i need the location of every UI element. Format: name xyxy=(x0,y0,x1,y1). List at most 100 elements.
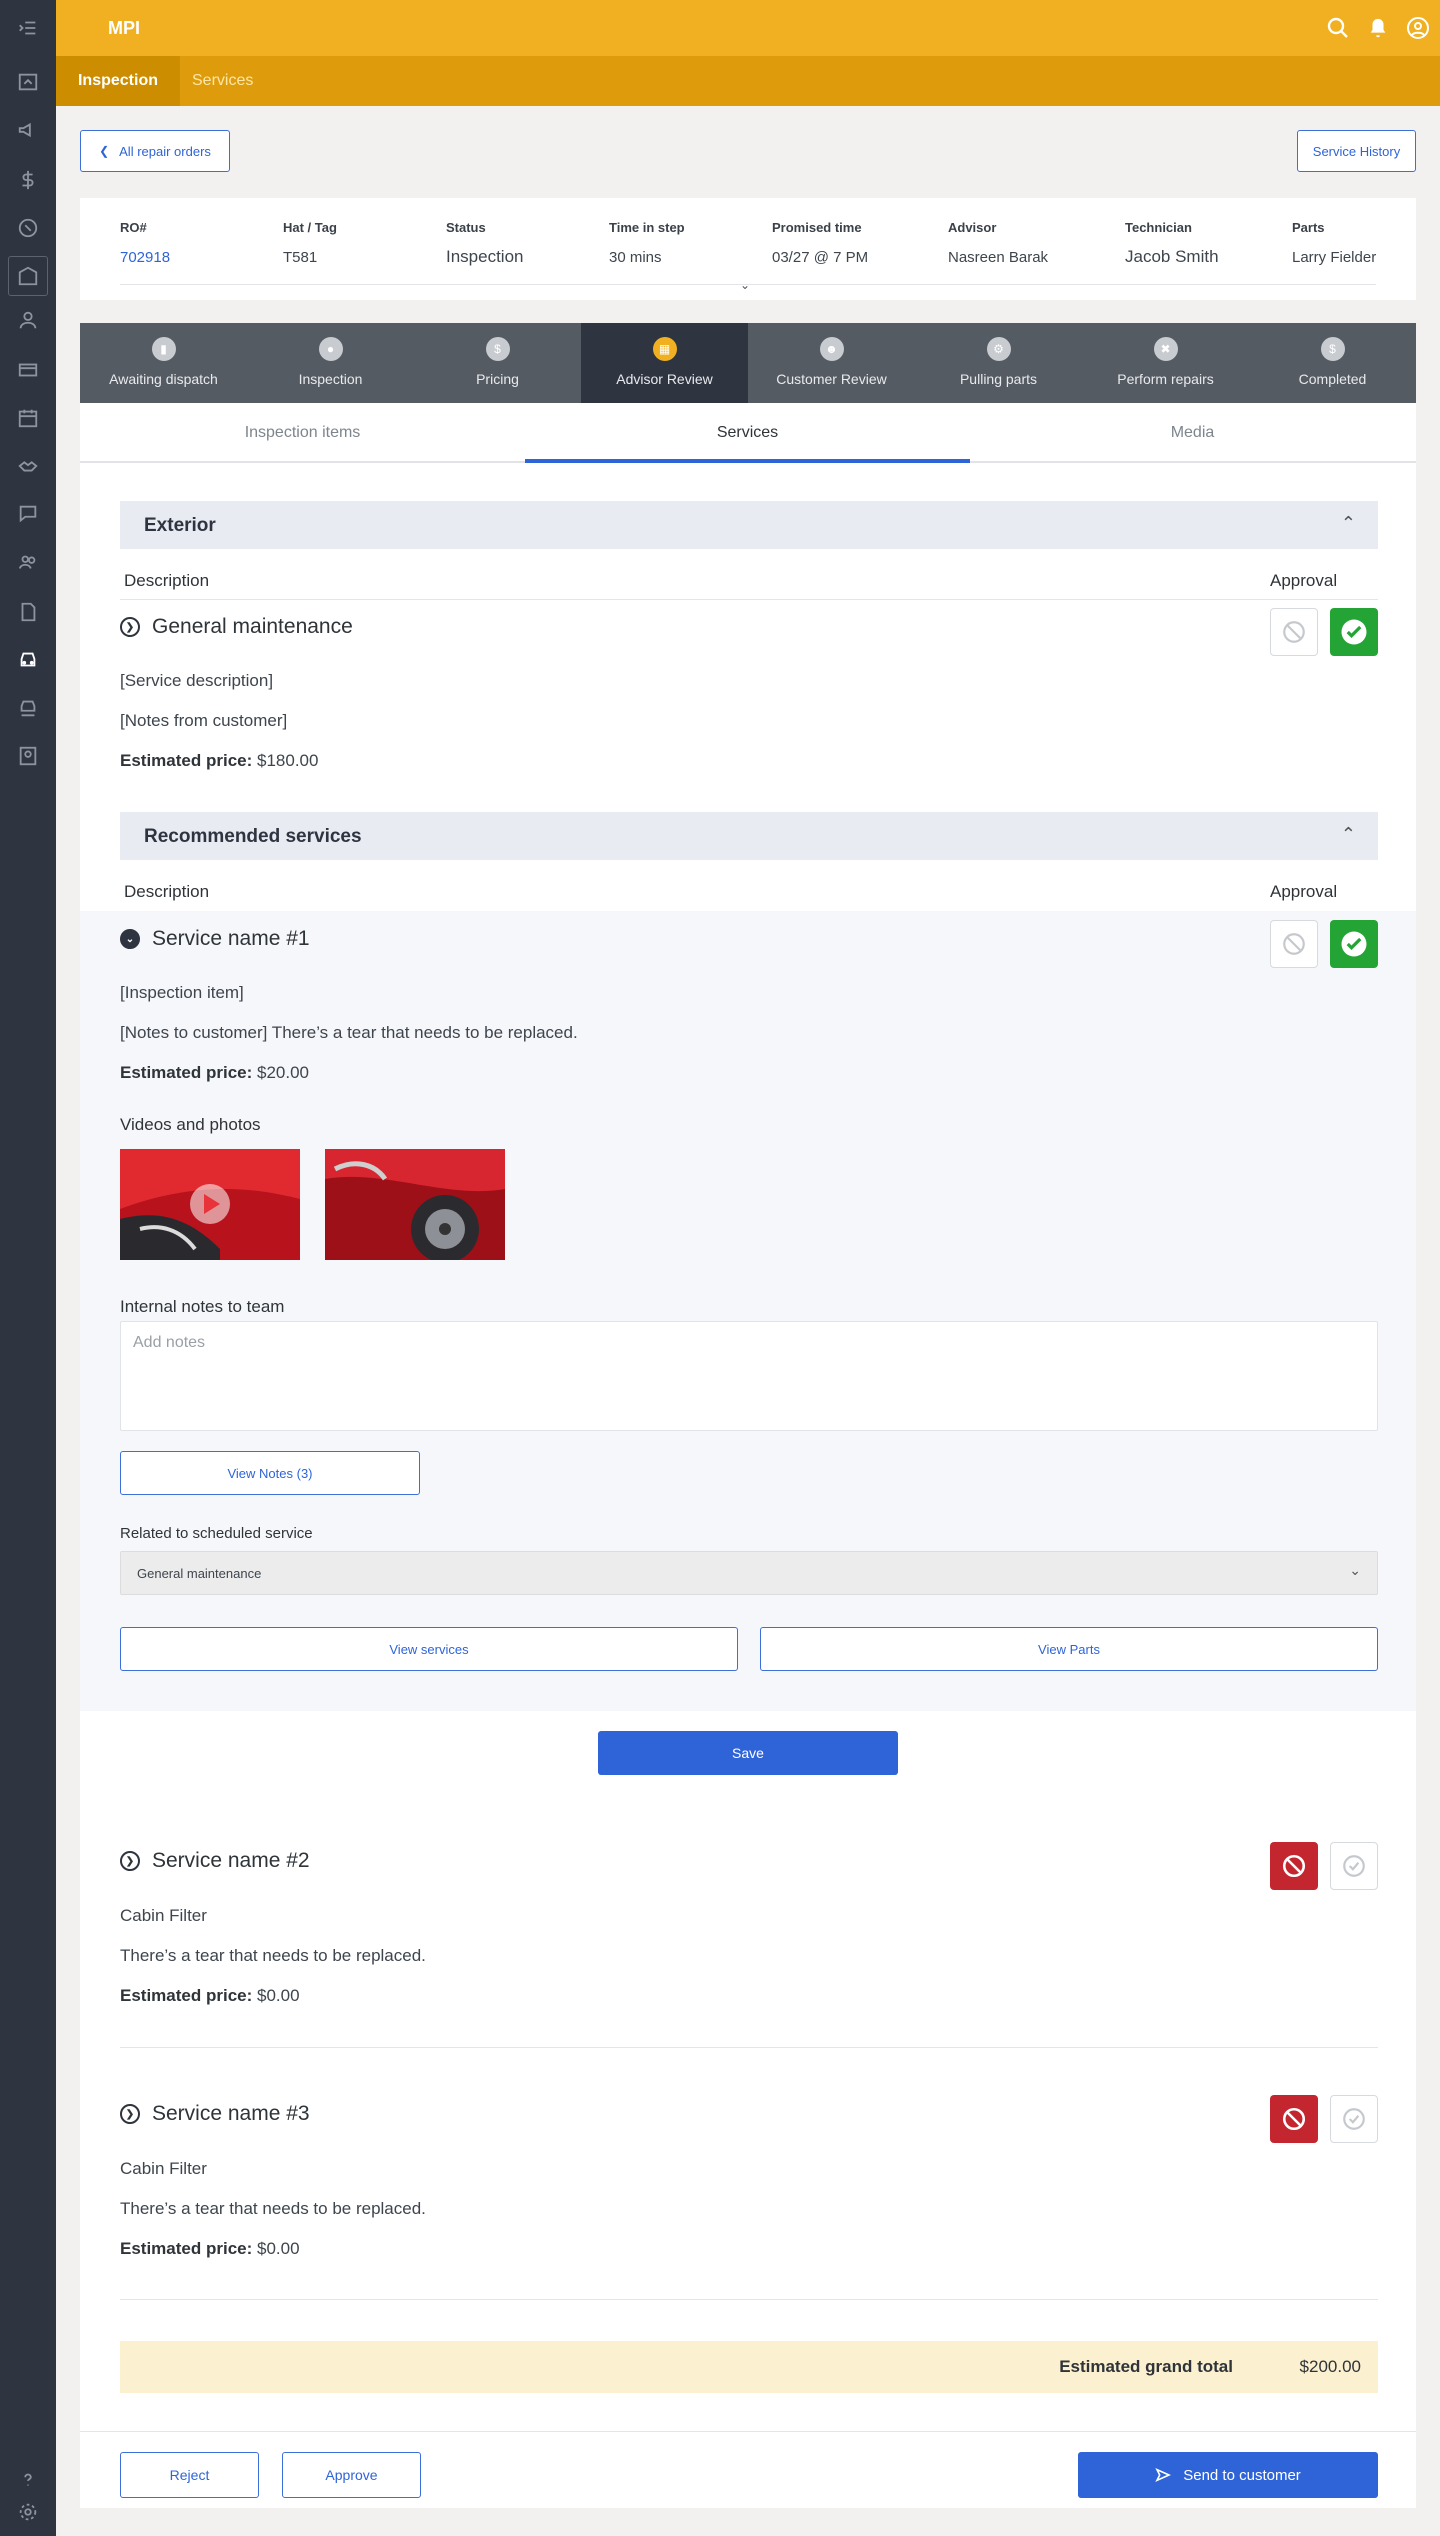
step-icon: ✖ xyxy=(1153,337,1178,361)
estimated-price: Estimated price: $0.00 xyxy=(120,1986,300,2006)
decline-button[interactable] xyxy=(1270,608,1318,656)
related-service-select[interactable]: General maintenance ⌄ xyxy=(120,1551,1378,1595)
price-value: $180.00 xyxy=(257,751,319,770)
help-icon[interactable] xyxy=(14,2466,42,2494)
video-thumbnail[interactable] xyxy=(120,1149,300,1260)
wrench-icon[interactable] xyxy=(14,214,42,242)
approve-toggle-button[interactable] xyxy=(1330,2095,1378,2143)
step-customer-review[interactable]: ☻ Customer Review xyxy=(748,323,915,403)
search-icon[interactable] xyxy=(1324,14,1352,42)
approval-header: Approval xyxy=(1270,571,1338,590)
save-button[interactable]: Save xyxy=(598,1731,898,1775)
step-icon: $ xyxy=(1320,337,1345,361)
chat-icon[interactable] xyxy=(14,500,42,528)
photo-thumbnail[interactable] xyxy=(325,1149,505,1260)
check-circle-icon xyxy=(1343,2108,1365,2130)
step-awaiting-dispatch[interactable]: ▮ Awaiting dispatch xyxy=(80,323,247,403)
menu-collapse-icon[interactable] xyxy=(14,14,42,42)
notes-placeholder: Add notes xyxy=(133,1334,206,1351)
chevron-right-circle-icon[interactable]: ❯ xyxy=(120,1851,140,1871)
chevron-right-circle-icon[interactable]: ❯ xyxy=(120,2104,140,2124)
contact-card-icon[interactable] xyxy=(14,742,42,770)
view-notes-button[interactable]: View Notes (3) xyxy=(120,1451,420,1495)
view-services-button[interactable]: View services xyxy=(120,1627,738,1671)
tab-inspection-items[interactable]: Inspection items xyxy=(80,403,525,463)
reject-button[interactable]: Reject xyxy=(120,2452,259,2498)
subtab-inspection[interactable]: Inspection xyxy=(56,56,180,106)
service-name: Service name #2 xyxy=(152,1849,310,1872)
step-label: Customer Review xyxy=(776,371,887,387)
car-lift-icon[interactable] xyxy=(14,694,42,722)
step-icon: $ xyxy=(485,337,510,361)
approve-toggle-button[interactable] xyxy=(1330,1842,1378,1890)
step-inspection[interactable]: ● Inspection xyxy=(247,323,414,403)
step-icon: ▦ xyxy=(652,337,677,361)
step-label: Perform repairs xyxy=(1117,371,1214,387)
document-icon[interactable] xyxy=(14,598,42,626)
people-icon[interactable] xyxy=(14,548,42,576)
internal-notes-input[interactable]: Add notes xyxy=(120,1321,1378,1431)
tab-media[interactable]: Media xyxy=(970,403,1415,463)
step-completed[interactable]: $ Completed xyxy=(1249,323,1416,403)
related-service-label: Related to scheduled service xyxy=(120,1525,313,1542)
handshake-icon[interactable] xyxy=(14,452,42,480)
step-pricing[interactable]: $ Pricing xyxy=(414,323,581,403)
customer-notes: There’s a tear that needs to be replaced… xyxy=(120,1946,426,1965)
check-circle-icon xyxy=(1341,931,1367,957)
step-perform-repairs[interactable]: ✖ Perform repairs xyxy=(1082,323,1249,403)
chevron-right-circle-icon[interactable]: ❯ xyxy=(120,617,140,637)
sidebar xyxy=(0,0,56,2536)
exterior-section-header[interactable]: Exterior ⌃ xyxy=(120,501,1378,549)
estimated-price: Estimated price: $180.00 xyxy=(120,751,318,771)
view-parts-button[interactable]: View Parts xyxy=(760,1627,1378,1671)
calendar-icon[interactable] xyxy=(14,404,42,432)
account-icon[interactable] xyxy=(1404,14,1432,42)
user-icon[interactable] xyxy=(14,306,42,334)
step-pulling-parts[interactable]: ⚙ Pulling parts xyxy=(915,323,1082,403)
services-panel: Exterior ⌃ Description Approval ❯ Genera… xyxy=(80,463,1416,2508)
chevron-down-icon[interactable]: ⌄ xyxy=(740,278,750,292)
promised-label: Promised time xyxy=(772,220,862,235)
megaphone-icon[interactable] xyxy=(14,116,42,144)
sub-navigation: Inspection Services xyxy=(56,56,1440,106)
inspection-item: [Inspection item] xyxy=(120,983,244,1002)
tag-value: T581 xyxy=(283,249,318,266)
home-icon[interactable] xyxy=(14,68,42,96)
dollar-icon[interactable] xyxy=(14,166,42,194)
order-info-card: RO# 702918 Hat / Tag T581 Status Inspection… xyxy=(80,198,1416,300)
tab-services[interactable]: Services xyxy=(525,403,970,463)
price-label: Estimated price: xyxy=(120,1063,253,1082)
send-to-customer-button[interactable]: Send to customer xyxy=(1078,2452,1378,2498)
service-history-button[interactable]: Service History xyxy=(1297,130,1416,172)
description-header: Description xyxy=(124,882,210,901)
approve-button[interactable]: Approve xyxy=(282,2452,421,2498)
approve-toggle-button[interactable] xyxy=(1330,608,1378,656)
check-circle-icon xyxy=(1343,1855,1365,1877)
recommended-section-header[interactable]: Recommended services ⌃ xyxy=(120,812,1378,860)
description-header: Description xyxy=(124,571,210,590)
building-icon[interactable] xyxy=(14,262,42,290)
decline-button[interactable] xyxy=(1270,1842,1318,1890)
chevron-down-circle-icon[interactable]: ⌄ xyxy=(120,929,140,949)
decline-button[interactable] xyxy=(1270,2095,1318,2143)
subtab-services[interactable]: Services xyxy=(192,56,253,106)
media-label: Videos and photos xyxy=(120,1115,261,1134)
back-button[interactable]: ❮ All repair orders xyxy=(80,130,230,172)
gear-icon[interactable] xyxy=(14,2498,42,2526)
select-value: General maintenance xyxy=(137,1566,262,1581)
divider xyxy=(120,599,1378,600)
content-tabs: Inspection items Services Media xyxy=(80,403,1416,463)
approval-header: Approval xyxy=(1270,882,1338,901)
inspection-item: Cabin Filter xyxy=(120,1906,207,1925)
card-icon[interactable] xyxy=(14,356,42,384)
ro-link[interactable]: 702918 xyxy=(120,249,170,266)
customer-notes: [Notes from customer] xyxy=(120,711,288,730)
send-label: Send to customer xyxy=(1183,2466,1301,2484)
decline-button[interactable] xyxy=(1270,920,1318,968)
step-advisor-review[interactable]: ▦ Advisor Review xyxy=(581,323,748,403)
price-label: Estimated price: xyxy=(120,1986,253,2005)
bell-icon[interactable] xyxy=(1364,14,1392,42)
approve-toggle-button[interactable] xyxy=(1330,920,1378,968)
step-icon: ● xyxy=(318,337,343,361)
car-icon[interactable] xyxy=(14,646,42,674)
